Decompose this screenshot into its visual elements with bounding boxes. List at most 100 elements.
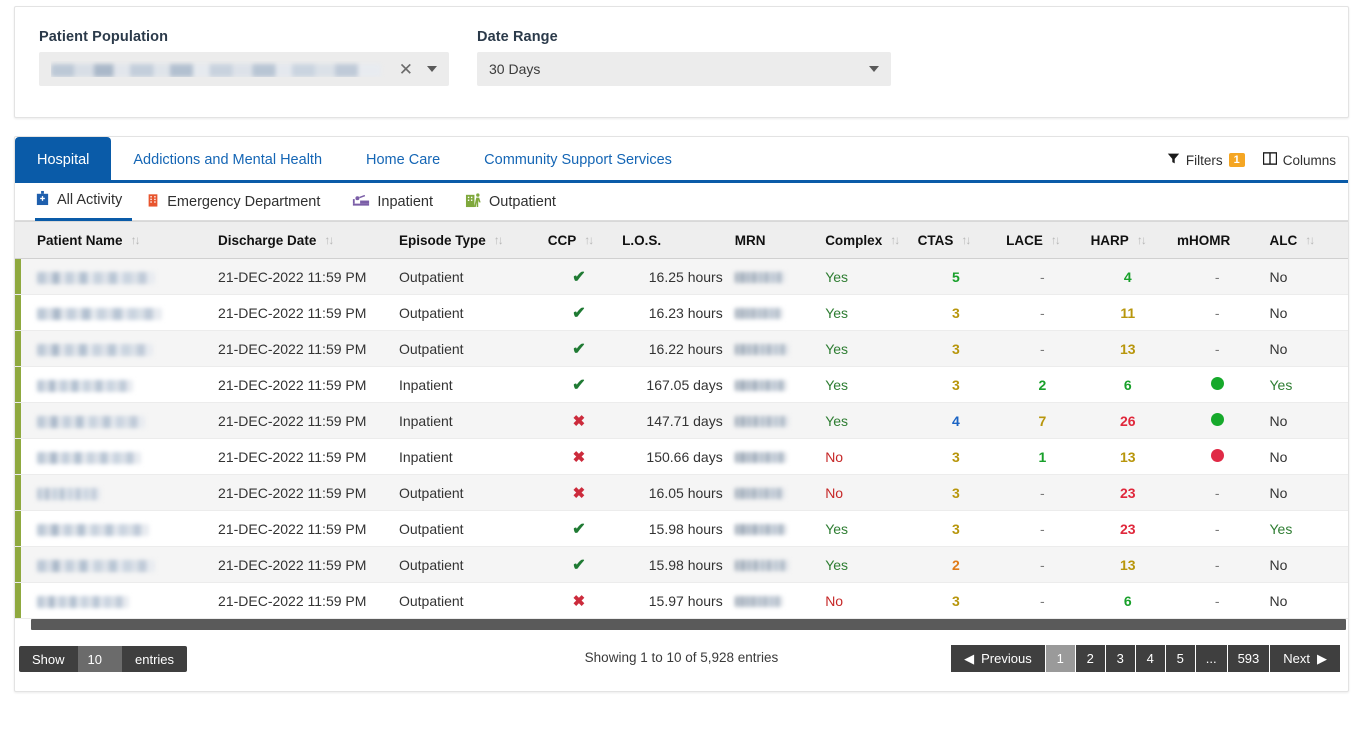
date-range-field: Date Range 30 Days bbox=[477, 29, 891, 86]
data-table-wrapper: Patient Name ↑↓ Discharge Date ↑↓ Episod… bbox=[15, 221, 1348, 630]
column-header-mrn[interactable]: MRN bbox=[728, 221, 820, 259]
cell-lace: 2 bbox=[1000, 366, 1085, 403]
tab-community-support-services[interactable]: Community Support Services bbox=[462, 137, 694, 183]
main-panel: Hospital Addictions and Mental Health Ho… bbox=[14, 136, 1349, 692]
page-button-4[interactable]: 4 bbox=[1135, 645, 1166, 672]
column-header-episode-type[interactable]: Episode Type ↑↓ bbox=[392, 221, 542, 259]
sort-updown-icon[interactable]: ↑↓ bbox=[1137, 233, 1147, 247]
chevron-down-icon[interactable] bbox=[869, 66, 879, 72]
table-row[interactable]: 21-DEC-2022 11:59 PM Outpatient ✖ 15.97 hou… bbox=[15, 582, 1348, 619]
subtab-inpatient[interactable]: Inpatient bbox=[352, 183, 451, 221]
cell-discharge-date: 21-DEC-2022 11:59 PM bbox=[212, 546, 393, 583]
tab-home-care[interactable]: Home Care bbox=[344, 137, 462, 183]
sort-updown-icon[interactable]: ↑↓ bbox=[584, 233, 594, 247]
cell-ctas: 3 bbox=[911, 474, 1001, 511]
cell-ccp: ✔ bbox=[541, 546, 617, 583]
cell-episode-type: Outpatient bbox=[392, 258, 542, 295]
next-page-button[interactable]: Next ▶ bbox=[1270, 645, 1340, 672]
cell-episode-type: Outpatient bbox=[392, 330, 542, 367]
column-header-complex[interactable]: Complex ↑↓ bbox=[819, 221, 912, 259]
cell-complex: No bbox=[819, 474, 912, 511]
column-header-discharge-date[interactable]: Discharge Date ↑↓ bbox=[212, 221, 393, 259]
sort-updown-icon[interactable]: ↑↓ bbox=[961, 233, 971, 247]
cell-mhomr: - bbox=[1171, 330, 1264, 367]
column-header-los[interactable]: L.O.S. bbox=[616, 221, 729, 259]
cell-harp: 26 bbox=[1084, 402, 1172, 439]
column-label: L.O.S. bbox=[622, 232, 662, 248]
columns-button[interactable]: Columns bbox=[1262, 152, 1336, 168]
sort-updown-icon[interactable]: ↑↓ bbox=[1305, 233, 1315, 247]
redacted-text bbox=[37, 487, 102, 500]
column-header-harp[interactable]: HARP ↑↓ bbox=[1084, 221, 1172, 259]
column-header-mhomr[interactable]: mHOMR bbox=[1171, 221, 1264, 259]
subtab-emergency-department[interactable]: Emergency Department bbox=[146, 183, 338, 221]
page-button-2[interactable]: 2 bbox=[1075, 645, 1106, 672]
date-range-select[interactable]: 30 Days bbox=[477, 52, 891, 86]
sort-updown-icon[interactable]: ↑↓ bbox=[324, 233, 334, 247]
emergency-hospital-icon bbox=[146, 192, 160, 212]
column-label: CCP bbox=[547, 232, 577, 248]
column-header-patient-name[interactable]: Patient Name ↑↓ bbox=[21, 221, 213, 259]
column-label: MRN bbox=[734, 232, 766, 248]
status-dot-red bbox=[1210, 448, 1224, 462]
cross-icon: ✖ bbox=[572, 448, 586, 466]
table-row[interactable]: 21-DEC-2022 11:59 PM Inpatient ✖ 150.66 day… bbox=[15, 438, 1348, 475]
horizontal-scrollbar[interactable] bbox=[31, 619, 1346, 630]
sort-updown-icon[interactable]: ↑↓ bbox=[1051, 233, 1061, 247]
previous-page-button[interactable]: ◀ Previous bbox=[951, 645, 1046, 672]
filters-label: Filters bbox=[1185, 152, 1223, 168]
cell-discharge-date: 21-DEC-2022 11:59 PM bbox=[212, 510, 393, 547]
page-button-ellipsisellipsisellipsis[interactable]: ... bbox=[1195, 645, 1228, 672]
sort-updown-icon[interactable]: ↑↓ bbox=[494, 233, 504, 247]
table-row[interactable]: 21-DEC-2022 11:59 PM Outpatient ✔ 15.98 hou… bbox=[15, 546, 1348, 583]
cell-discharge-date: 21-DEC-2022 11:59 PM bbox=[212, 330, 393, 367]
subtab-all-activity[interactable]: All Activity bbox=[35, 183, 133, 221]
sort-updown-icon[interactable]: ↑↓ bbox=[131, 233, 141, 247]
close-icon[interactable]: ✕ bbox=[389, 61, 423, 78]
status-dot-green bbox=[1210, 412, 1224, 426]
page-button-593[interactable]: 593 bbox=[1227, 645, 1271, 672]
table-row[interactable]: 21-DEC-2022 11:59 PM Inpatient ✖ 147.71 day… bbox=[15, 402, 1348, 439]
cell-complex: Yes bbox=[819, 366, 912, 403]
page-button-5[interactable]: 5 bbox=[1165, 645, 1196, 672]
cell-patient-name bbox=[21, 330, 213, 367]
cell-episode-type: Outpatient bbox=[392, 546, 542, 583]
column-header-ctas[interactable]: CTAS ↑↓ bbox=[911, 221, 1001, 259]
table-row[interactable]: 21-DEC-2022 11:59 PM Outpatient ✔ 16.22 hou… bbox=[15, 330, 1348, 367]
redacted-text bbox=[734, 560, 789, 572]
column-header-alc[interactable]: ALC ↑↓ bbox=[1263, 221, 1348, 259]
table-row[interactable]: 21-DEC-2022 11:59 PM Outpatient ✔ 16.23 hou… bbox=[15, 294, 1348, 331]
table-row[interactable]: 21-DEC-2022 11:59 PM Outpatient ✖ 16.05 hou… bbox=[15, 474, 1348, 511]
cell-harp: 13 bbox=[1084, 438, 1172, 475]
cell-patient-name bbox=[21, 402, 213, 439]
tab-hospital[interactable]: Hospital bbox=[15, 137, 112, 183]
cell-discharge-date: 21-DEC-2022 11:59 PM bbox=[212, 474, 393, 511]
patient-population-select[interactable]: ✕ bbox=[39, 52, 449, 86]
column-header-ccp[interactable]: CCP ↑↓ bbox=[541, 221, 617, 259]
table-row[interactable]: 21-DEC-2022 11:59 PM Outpatient ✔ 16.25 hou… bbox=[15, 258, 1348, 295]
sort-updown-icon[interactable]: ↑↓ bbox=[890, 233, 900, 247]
filters-button[interactable]: Filters 1 bbox=[1167, 152, 1245, 168]
cell-ccp: ✖ bbox=[541, 438, 617, 475]
cell-mhomr: - bbox=[1171, 510, 1264, 547]
cell-ccp: ✖ bbox=[541, 582, 617, 619]
redacted-text bbox=[37, 379, 134, 392]
cell-harp: 6 bbox=[1084, 366, 1172, 403]
table-row[interactable]: 21-DEC-2022 11:59 PM Inpatient ✔ 167.05 day… bbox=[15, 366, 1348, 403]
cell-patient-name bbox=[21, 474, 213, 511]
table-row[interactable]: 21-DEC-2022 11:59 PM Outpatient ✔ 15.98 hou… bbox=[15, 510, 1348, 547]
next-label: Next bbox=[1283, 651, 1310, 666]
page-button-3[interactable]: 3 bbox=[1105, 645, 1136, 672]
redacted-text bbox=[51, 63, 381, 77]
page-button-1[interactable]: 1 bbox=[1045, 645, 1076, 672]
cell-mrn bbox=[728, 546, 820, 583]
column-header-lace[interactable]: LACE ↑↓ bbox=[1000, 221, 1085, 259]
filters-count-badge: 1 bbox=[1228, 153, 1245, 167]
cell-harp: 23 bbox=[1084, 510, 1172, 547]
subtab-outpatient[interactable]: Outpatient bbox=[465, 183, 574, 221]
patient-population-field: Patient Population ✕ bbox=[39, 29, 449, 86]
cell-mhomr: - bbox=[1171, 582, 1264, 619]
table-body: 21-DEC-2022 11:59 PM Outpatient ✔ 16.25 hou… bbox=[15, 258, 1348, 619]
chevron-down-icon[interactable] bbox=[427, 66, 437, 72]
tab-addictions-and-mental-health[interactable]: Addictions and Mental Health bbox=[111, 137, 344, 183]
